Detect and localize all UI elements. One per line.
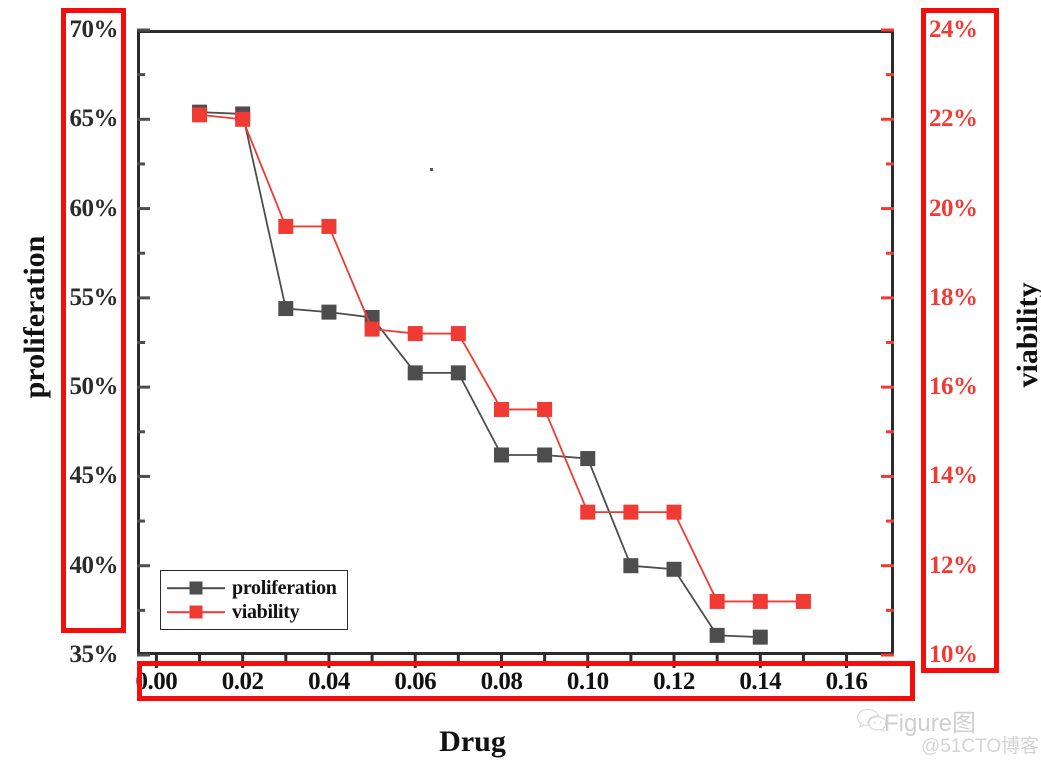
y-axis-right-title: viability [1011, 282, 1041, 388]
highlight-box-left-axis [61, 8, 126, 633]
legend-item-proliferation: proliferation [167, 576, 337, 600]
chart-root: 35% 40% 45% 50% 55% 60% 65% 70% 10% 12% 14% 16% 18%… [0, 0, 1041, 761]
legend-label-proliferation: proliferation [232, 576, 337, 599]
highlight-box-right-axis [921, 8, 999, 673]
legend-label-viability: viability [232, 600, 300, 623]
legend-marker-viability [167, 604, 225, 620]
watermark: Figure图 @51CTO博客 [856, 703, 1041, 761]
y-axis-left-tick-label: 35% [69, 641, 119, 668]
legend-item-viability: viability [167, 600, 337, 624]
watermark-subtitle: @51CTO博客 [921, 736, 1040, 757]
x-axis-title: Drug [439, 725, 506, 758]
legend-marker-proliferation [167, 580, 225, 596]
chart-legend: proliferation viability [160, 570, 348, 630]
stray-pixel [430, 168, 433, 171]
y-axis-left-title: proliferation [18, 235, 51, 399]
plot-area [137, 30, 894, 655]
highlight-box-x-axis [137, 661, 915, 701]
